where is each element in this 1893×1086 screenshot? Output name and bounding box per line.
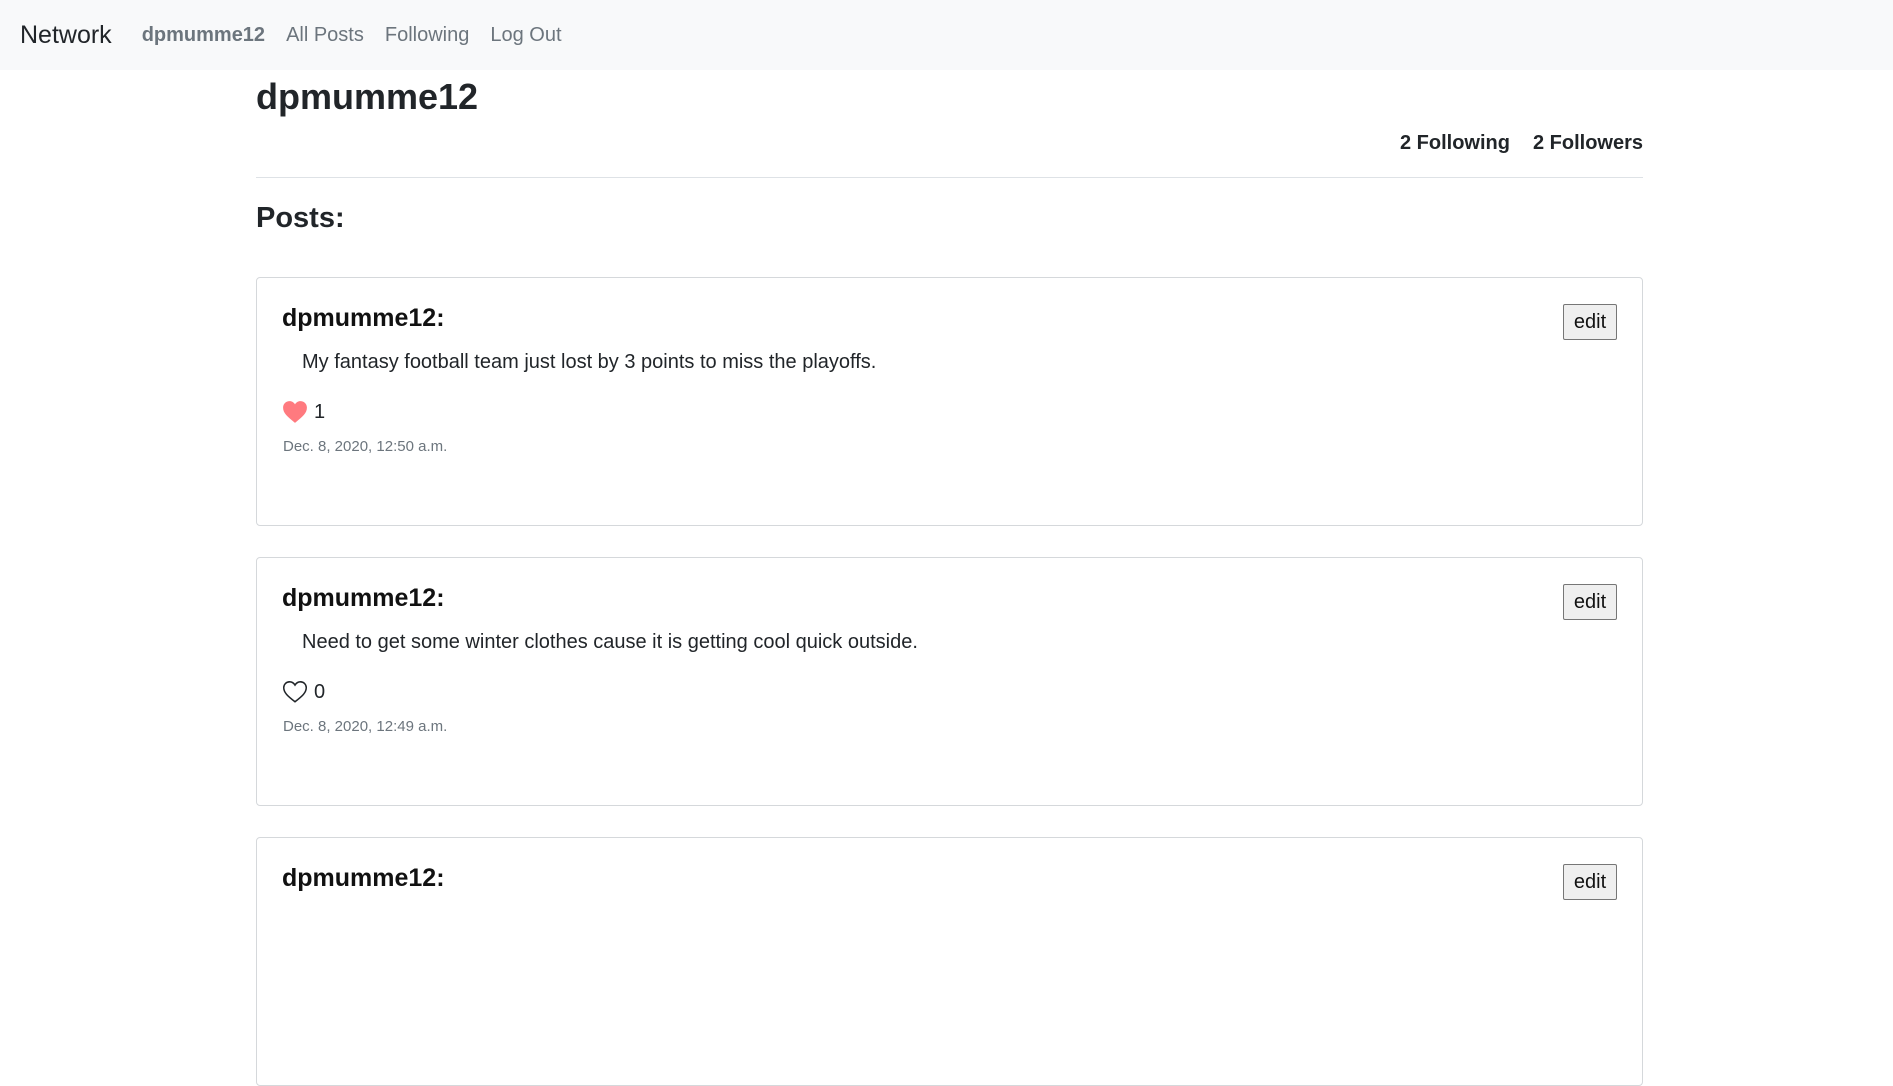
heart-outline-icon[interactable] [282, 680, 308, 704]
posts-heading: Posts: [256, 202, 345, 234]
navbar: Network dpmumme12 All Posts Following Lo… [0, 0, 1893, 70]
follow-counts: 2 Following 2 Followers [1400, 132, 1643, 155]
heart-filled-icon[interactable] [282, 400, 308, 424]
post-content: My fantasy football team just lost by 3 … [302, 351, 877, 373]
post-timestamp: Dec. 8, 2020, 12:50 a.m. [283, 438, 448, 455]
followers-count: 2 Followers [1532, 132, 1643, 154]
post-author-link[interactable]: dpmumme12: [282, 584, 445, 613]
like-row: 1 [282, 400, 325, 424]
like-count: 0 [314, 680, 326, 703]
nav-all-posts-link[interactable]: All Posts [286, 24, 364, 47]
post-author-link[interactable]: dpmumme12: [282, 304, 445, 333]
nav-logout-link[interactable]: Log Out [490, 24, 561, 47]
edit-button[interactable]: edit [1563, 584, 1617, 620]
edit-button[interactable]: edit [1563, 304, 1617, 340]
post-content: Need to get some winter clothes cause it… [302, 631, 918, 653]
post-timestamp: Dec. 8, 2020, 12:49 a.m. [283, 718, 448, 735]
post-card: dpmumme12: edit My fantasy football team… [256, 277, 1643, 526]
edit-button[interactable]: edit [1563, 864, 1617, 900]
post-card: dpmumme12: edit Need to get some winter … [256, 557, 1643, 806]
brand-link[interactable]: Network [20, 21, 112, 50]
profile-username: dpmumme12 [256, 76, 479, 117]
post-author-link[interactable]: dpmumme12: [282, 864, 445, 893]
like-row: 0 [282, 680, 325, 704]
nav-user-link[interactable]: dpmumme12 [142, 24, 265, 47]
divider [256, 177, 1643, 178]
following-count: 2 Following [1399, 132, 1510, 154]
post-card: dpmumme12: edit [256, 837, 1643, 1086]
like-count: 1 [314, 400, 326, 423]
nav-following-link[interactable]: Following [385, 24, 469, 47]
